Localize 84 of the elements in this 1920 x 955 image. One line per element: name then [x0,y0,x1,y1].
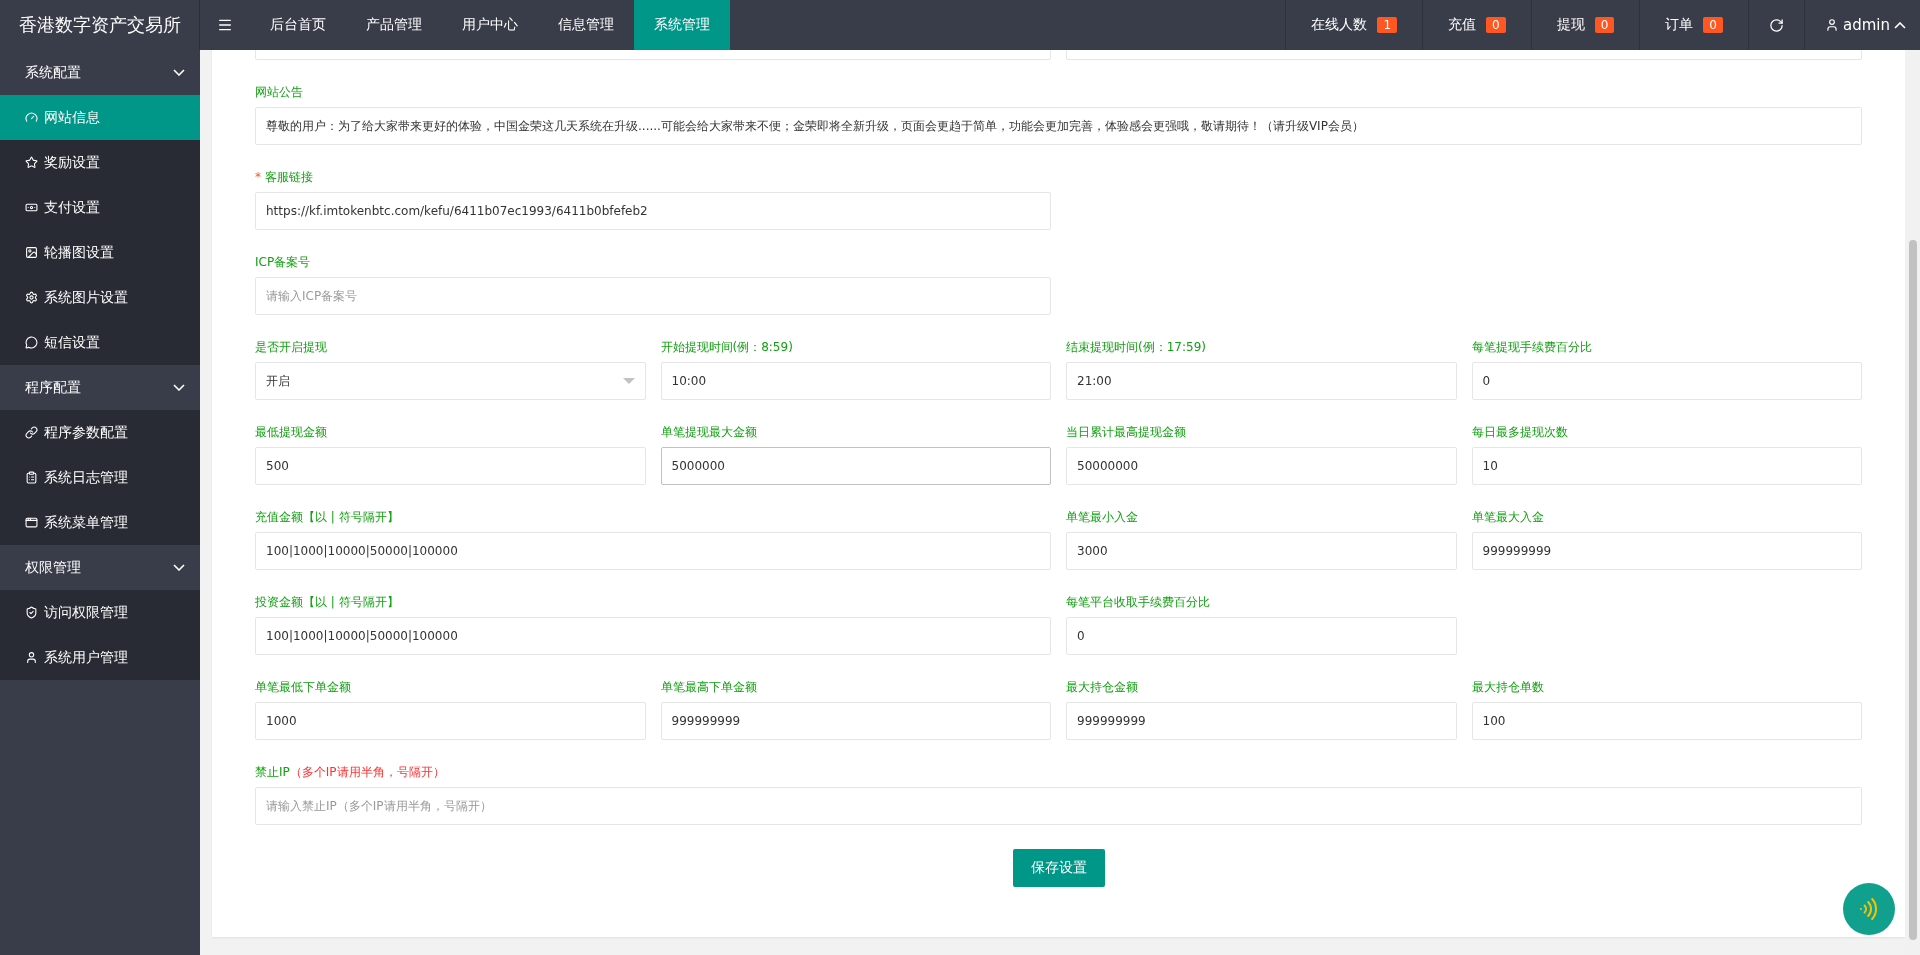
input-field[interactable]: 50000000 [1066,447,1457,485]
user-icon [25,651,38,664]
sidebar-item[interactable]: 程序参数配置 [0,410,200,455]
input-field[interactable]: https://kf.imtokenbtc.com/kefu/6411b07ec1993/6411b0bfefeb2 [255,192,1051,230]
shield-icon [25,606,38,619]
gear-icon [25,291,38,304]
sidebar-item[interactable]: 系统菜单管理 [0,500,200,545]
stat-label: 在线人数 [1311,16,1368,34]
input-field[interactable]: 999999999 [1066,702,1457,740]
scrollbar-thumb[interactable] [1908,240,1917,940]
save-button[interactable]: 保存设置 [1012,849,1105,887]
nav-tab[interactable]: 系统管理 [634,0,730,50]
sidebar-item[interactable]: 支付设置 [0,185,200,230]
field-label: 投资金额【以 | 符号隔开】 [255,594,400,611]
field-label: 单笔最低下单金额 [255,679,352,696]
stat-label: 订单 [1665,16,1694,34]
field-label: 是否开启提现 [255,339,328,356]
input-field[interactable]: 5000000 [660,447,1051,485]
window-icon [25,516,38,529]
banknote-icon [25,201,38,214]
input-field[interactable]: 请输入禁止IP（多个IP请用半角，号隔开） [255,787,1862,825]
select-field[interactable]: 开启 [255,362,646,400]
field-label: 开始提现时间(例：8:59) [660,339,794,356]
chevron-icon [173,564,185,571]
input-field[interactable]: 21:00 [1066,362,1457,400]
field-label: 单笔最大入金 [1471,509,1545,526]
field-label: 每笔平台收取手续费百分比 [1066,594,1211,611]
field-label: 网站公告 [255,84,304,101]
field-label: 当日累计最高提现金额 [1066,424,1187,441]
sidebar-item[interactable]: 系统用户管理 [0,635,200,680]
star-icon [25,156,38,169]
sidebar-item[interactable]: 系统图片设置 [0,275,200,320]
sidebar-item[interactable]: 访问权限管理 [0,590,200,635]
field-label: 禁止IP（多个IP请用半角，号隔开） [255,764,446,781]
field-label: 最大持仓金额 [1066,679,1139,696]
field-label: 充值金额【以 | 符号隔开】 [255,509,400,526]
stat-label: 充值 [1448,16,1477,34]
field-label: * 客服链接 [255,169,314,186]
count-badge: 0 [1703,17,1723,33]
field-label: 单笔最小入金 [1066,509,1139,526]
link-icon [25,426,38,439]
gauge-icon [25,111,38,124]
sidebar-item[interactable]: 系统日志管理 [0,455,200,500]
field-label: 每日最多提现次数 [1471,424,1569,441]
user-icon [1825,18,1839,32]
input-field[interactable]: 尊敬的用户：为了给大家带来更好的体验，中国金荣这几天系统在升级......可能会给大家带来不便；金荣即将全新升级，页面会更趋于简单，功能会更加完善，体验感会更强哦，敬请期待！（请升级VIP会员） [255,107,1862,145]
chat-icon [25,336,38,349]
nav-tab[interactable]: 信息管理 [538,0,634,50]
sidebar-item[interactable]: 轮播图设置 [0,230,200,275]
chevron-icon [173,384,185,391]
nav-tab[interactable]: 后台首页 [250,0,346,50]
input-field[interactable]: 10 [1471,447,1862,485]
input-field[interactable]: 999999999 [1471,532,1862,570]
input-field[interactable]: 0 [1471,362,1862,400]
stat-label: 提现 [1556,16,1585,34]
field-label: 最低提现金额 [255,424,328,441]
sidebar-item[interactable]: 奖励设置 [0,140,200,185]
chevron-icon [1894,21,1906,29]
input-field[interactable]: 1000 [255,702,646,740]
clipboard-icon [25,471,38,484]
nav-tab[interactable]: 产品管理 [346,0,442,50]
field-label: 单笔最高下单金额 [660,679,758,696]
input-field[interactable]: 999999999 [660,702,1051,740]
field-label: ICP备案号 [255,254,312,271]
nav-tab[interactable]: 用户中心 [442,0,538,50]
input-field[interactable]: 100|1000|10000|50000|100000 [255,617,1051,655]
input-field[interactable]: 0 [1066,617,1457,655]
input-field[interactable]: 100|1000|10000|50000|100000 [255,532,1051,570]
count-badge: 0 [1594,17,1615,33]
count-badge: 1 [1377,17,1398,33]
input-field[interactable]: 3000 [1066,532,1457,570]
sidebar-item[interactable]: 网站信息 [0,95,200,140]
input-field[interactable]: 请输入ICP备案号 [255,277,1051,315]
field-label: 结束提现时间(例：17:59) [1066,339,1207,356]
count-badge: 0 [1486,17,1506,33]
field-label: 每笔提现手续费百分比 [1471,339,1593,356]
field-label: 最大持仓单数 [1471,679,1545,696]
field-label: 单笔提现最大金额 [660,424,758,441]
sidebar-item[interactable]: 短信设置 [0,320,200,365]
chevron-icon [173,69,185,76]
input-field[interactable]: 10:00 [660,362,1051,400]
input-field[interactable]: 100 [1471,702,1862,740]
input-field[interactable]: 500 [255,447,646,485]
image-icon [25,246,38,259]
